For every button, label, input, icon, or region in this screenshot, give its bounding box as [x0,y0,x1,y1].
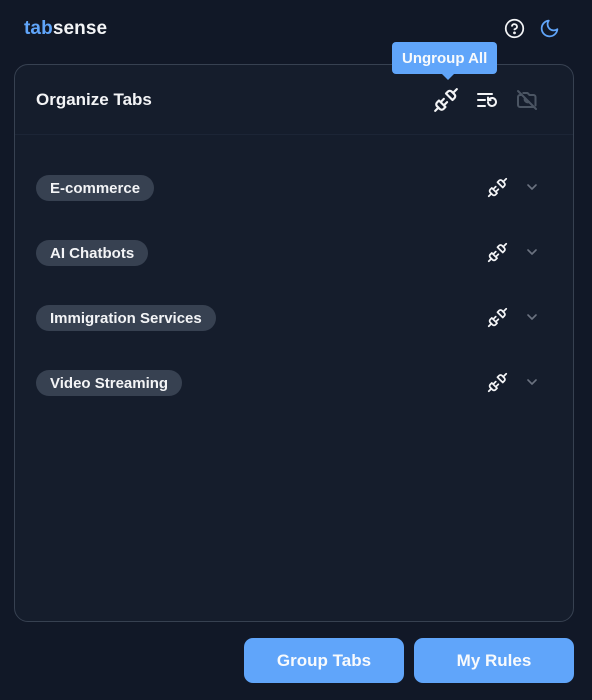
ungroup-all-tooltip: Ungroup All [392,42,498,80]
brand-logo: tabsense [24,18,107,40]
sort-reset-button[interactable] [474,87,500,113]
chevron-down-icon [527,249,537,255]
brand-part-tab: tab [24,18,53,39]
expand-group-button[interactable] [521,241,543,263]
tooltip-text: Ungroup All [402,49,488,67]
ungroup-button[interactable] [486,306,508,328]
unlink-plug-icon [487,307,507,327]
ungroup-button[interactable] [486,241,508,263]
expand-group-button[interactable] [521,176,543,198]
header: tabsense [0,0,592,58]
group-row: Video Streaming [15,360,573,425]
camera-off-icon [517,90,537,110]
my-rules-button[interactable]: My Rules [414,638,574,683]
group-row: Immigration Services [15,295,573,360]
group-tabs-button[interactable]: Group Tabs [244,638,404,683]
card-header: Organize Tabs [15,65,573,135]
expand-group-button[interactable] [521,371,543,393]
help-circle-icon[interactable] [503,17,525,39]
group-chip[interactable]: Immigration Services [36,305,216,331]
brand-part-sense: sense [52,18,108,39]
group-chip[interactable]: Video Streaming [36,370,183,396]
camera-off-button[interactable] [514,87,540,113]
group-row: E-commerce [15,165,573,230]
unlink-plug-icon [487,372,507,392]
ungroup-all-button[interactable] [433,87,459,113]
moon-icon[interactable] [538,17,560,39]
group-row: AI Chatbots [15,230,573,295]
ungroup-button[interactable] [486,371,508,393]
chevron-down-icon [527,184,537,190]
unlink-plug-icon [434,88,458,112]
chevron-down-icon [527,379,537,385]
expand-group-button[interactable] [521,306,543,328]
unlink-plug-icon [487,177,507,197]
group-list: E-commerce AI Chatbots Immigration Servi… [15,165,573,425]
unlink-plug-icon [487,242,507,262]
tabsense-popup: tabsense Ungroup All Organize Tabs E-com… [0,0,592,700]
organize-tabs-card: Organize Tabs E-commerce AI Chatbots Imm… [14,64,574,622]
chevron-down-icon [527,314,537,320]
group-chip[interactable]: AI Chatbots [36,240,149,266]
card-title: Organize Tabs [36,90,152,109]
sort-reset-icon [477,93,497,107]
ungroup-button[interactable] [486,176,508,198]
group-chip[interactable]: E-commerce [36,175,155,201]
